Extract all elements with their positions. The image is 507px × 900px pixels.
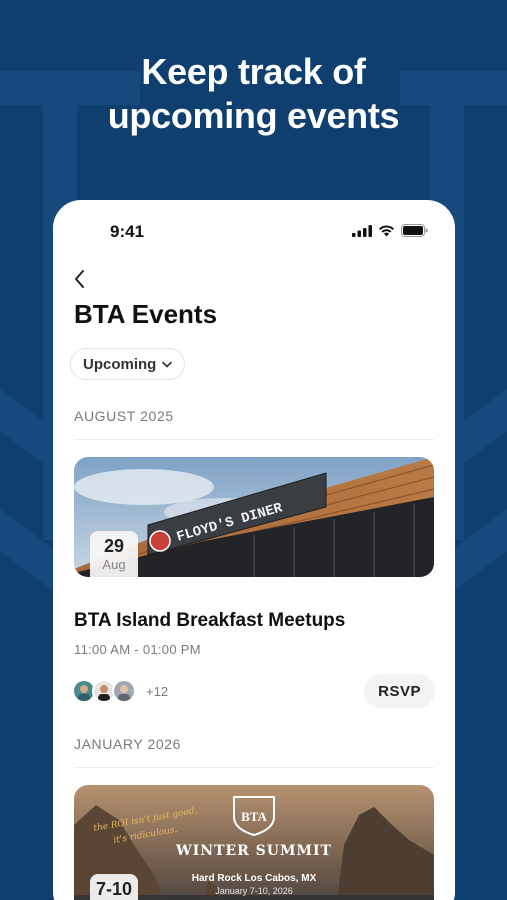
rsvp-button[interactable]: RSVP bbox=[364, 674, 435, 708]
summit-title: WINTER SUMMIT bbox=[175, 843, 332, 859]
event-date-badge: 29 Aug bbox=[90, 531, 138, 577]
battery-icon bbox=[401, 224, 428, 237]
wifi-icon bbox=[379, 224, 394, 236]
date-day: 29 bbox=[103, 536, 125, 556]
marketing-headline: Keep track of upcoming events bbox=[0, 50, 507, 138]
section-header-august: AUGUST 2025 bbox=[74, 408, 174, 424]
attendee-count: +12 bbox=[146, 683, 169, 699]
divider bbox=[74, 767, 434, 768]
attendee-avatars[interactable]: +12 bbox=[72, 679, 168, 703]
date-month: Aug bbox=[102, 557, 126, 572]
page-title: BTA Events bbox=[74, 299, 218, 329]
summit-location: Hard Rock Los Cabos, MX bbox=[192, 873, 317, 884]
chevron-left-icon[interactable] bbox=[69, 268, 93, 292]
headline-line-2: upcoming events bbox=[107, 95, 400, 136]
chevron-down-icon bbox=[162, 361, 173, 368]
status-bar: 9:41 bbox=[53, 200, 455, 264]
section-header-january: JANUARY 2026 bbox=[74, 736, 182, 752]
event-time: 11:00 AM - 01:00 PM bbox=[74, 642, 201, 657]
filter-label: Upcoming bbox=[83, 355, 157, 373]
summit-dates: January 7-10, 2026 bbox=[215, 886, 293, 896]
signal-icon bbox=[352, 224, 372, 237]
event-date-badge: 7-10 bbox=[90, 874, 138, 900]
filter-dropdown[interactable]: Upcoming bbox=[70, 348, 186, 380]
divider bbox=[74, 439, 434, 440]
phone-screen: 9:41 BTA Events Upcoming AUGUST 2025 FLO… bbox=[53, 200, 455, 900]
status-icons bbox=[352, 224, 428, 237]
status-time: 9:41 bbox=[110, 222, 145, 241]
avatar bbox=[112, 679, 136, 703]
date-day: 7-10 bbox=[95, 879, 133, 899]
svg-text:BTA: BTA bbox=[241, 809, 267, 824]
headline-line-1: Keep track of bbox=[141, 51, 366, 92]
event-title[interactable]: BTA Island Breakfast Meetups bbox=[74, 610, 345, 632]
